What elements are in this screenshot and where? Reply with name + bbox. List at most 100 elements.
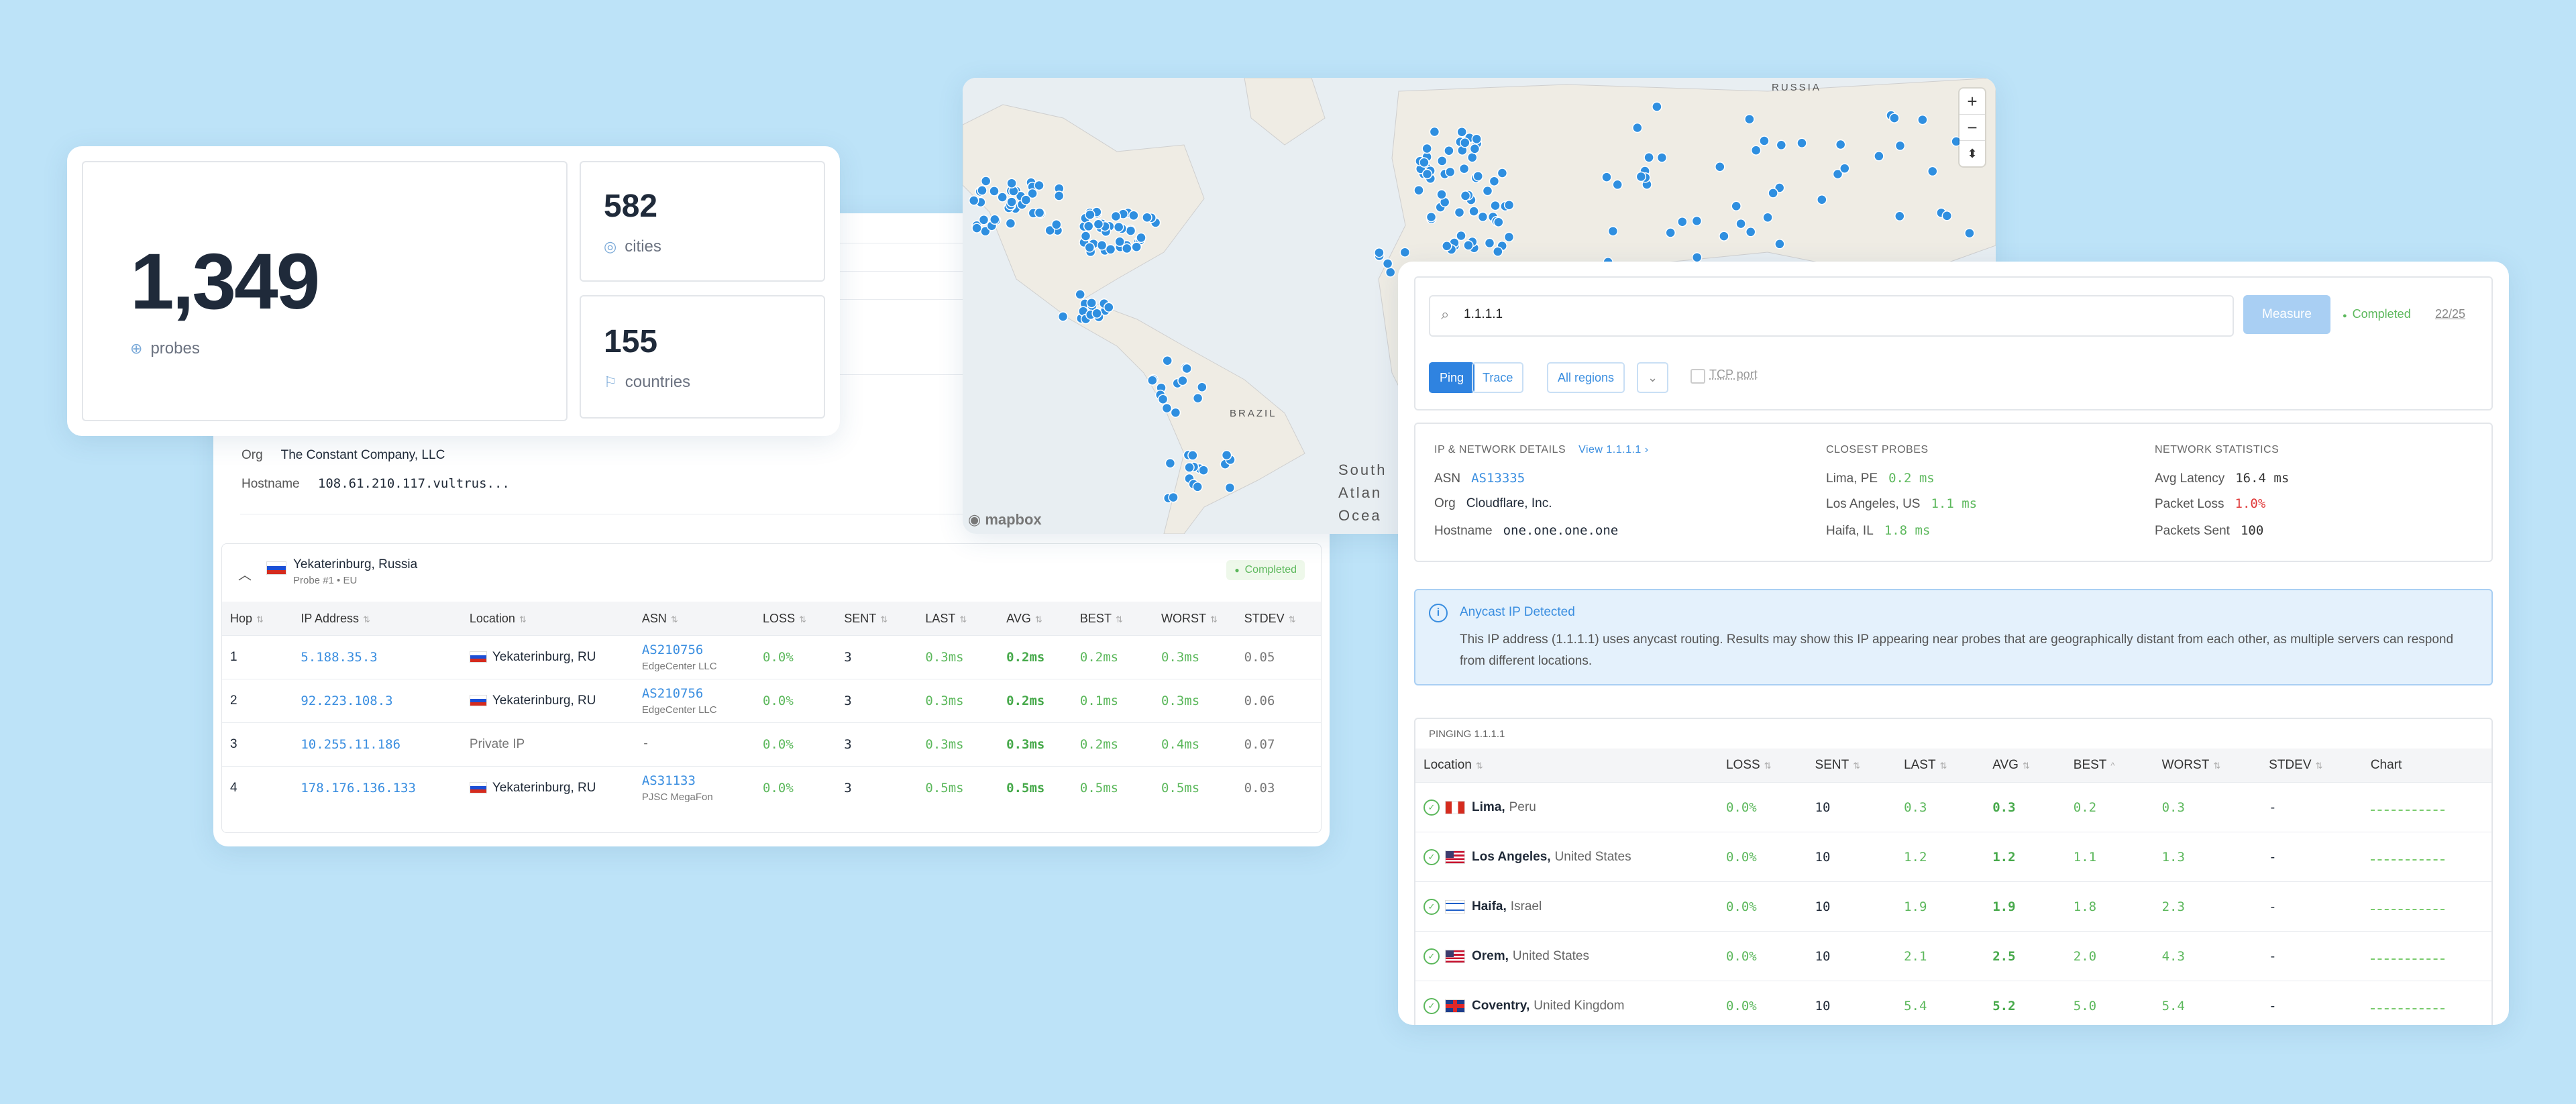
sort-icon[interactable]: ⇅: [1116, 614, 1123, 624]
tab-ping[interactable]: Ping: [1429, 362, 1475, 393]
sort-icon[interactable]: ⇅: [799, 614, 806, 624]
probe-dot[interactable]: [1110, 211, 1122, 222]
probe-dot[interactable]: [1472, 170, 1484, 182]
probe-dot[interactable]: [1776, 140, 1787, 151]
probe-dot[interactable]: [1796, 137, 1807, 149]
probe-dot[interactable]: [1399, 247, 1411, 258]
probe-dot[interactable]: [1020, 195, 1032, 205]
compass-button[interactable]: ⬍: [1960, 141, 1985, 166]
column-header[interactable]: Hop ⇅: [222, 602, 293, 636]
column-header[interactable]: IP Address ⇅: [292, 602, 462, 636]
probe-dot[interactable]: [1719, 231, 1729, 241]
probe-dot[interactable]: [1192, 482, 1203, 492]
probe-dot[interactable]: [971, 223, 982, 233]
probe-dot[interactable]: [1165, 457, 1176, 469]
zoom-in-button[interactable]: +: [1960, 89, 1985, 115]
view-ip-link[interactable]: View 1.1.1.1 ›: [1578, 444, 1649, 455]
probe-dot[interactable]: [1964, 227, 1975, 239]
probe-dot[interactable]: [1927, 166, 1938, 177]
probe-dot[interactable]: [968, 195, 979, 206]
probe-dot[interactable]: [1006, 197, 1017, 207]
probe-dot[interactable]: [1744, 113, 1755, 125]
sort-icon[interactable]: ⇅: [2023, 761, 2030, 771]
probe-dot[interactable]: [1652, 101, 1662, 112]
probe-dot[interactable]: [1142, 212, 1152, 223]
probe-dot[interactable]: [1503, 199, 1515, 211]
probe-dot[interactable]: [1128, 210, 1139, 221]
sort-icon[interactable]: ⇅: [1853, 761, 1860, 771]
probe-dot[interactable]: [1677, 216, 1688, 227]
probe-dot[interactable]: [1426, 211, 1437, 223]
probe-dot[interactable]: [1482, 185, 1493, 197]
probe-dot[interactable]: [1493, 246, 1503, 257]
probe-dot[interactable]: [1762, 212, 1773, 223]
table-row[interactable]: ✓ Orem, United States 0.0% 10 2.1 2.5 2.0 4.3-: [1415, 931, 2491, 981]
probe-dot[interactable]: [1458, 163, 1470, 174]
table-row[interactable]: ✓ Los Angeles, United States 0.0% 10 1.2 1.2 1.…: [1415, 832, 2491, 882]
ip-link[interactable]: 178.176.136.133: [292, 766, 462, 810]
table-row[interactable]: 1 5.188.35.3 Yekaterinburg, RU AS210756 Edge…: [222, 635, 1321, 679]
chevron-up-icon[interactable]: ︿: [238, 564, 252, 584]
probe-dot[interactable]: [1162, 355, 1173, 366]
probe-dot[interactable]: [1469, 144, 1481, 154]
probe-dot[interactable]: [989, 186, 1000, 197]
tcp-port-label[interactable]: TCP port: [1709, 368, 1758, 382]
probe-dot[interactable]: [1429, 126, 1440, 137]
probe-dot[interactable]: [1456, 126, 1467, 137]
column-header[interactable]: LOSS ⇅: [755, 602, 837, 636]
sort-icon[interactable]: ⇅: [1764, 761, 1772, 771]
probe-dot[interactable]: [1774, 239, 1785, 250]
probe-dot[interactable]: [1731, 201, 1741, 212]
sort-icon[interactable]: ⇅: [1210, 614, 1218, 624]
probe-dot[interactable]: [1489, 176, 1500, 186]
probe-dot[interactable]: [1817, 194, 1827, 205]
column-header[interactable]: WORST ⇅: [2153, 749, 2261, 783]
measure-button[interactable]: Measure: [2243, 295, 2330, 334]
probe-dot[interactable]: [1084, 242, 1095, 253]
ip-link[interactable]: 92.223.108.3: [292, 679, 462, 723]
probe-dot[interactable]: [1034, 207, 1045, 218]
region-select[interactable]: All regions: [1547, 362, 1625, 393]
probe-dot[interactable]: [1051, 219, 1062, 230]
sort-icon[interactable]: ⇅: [519, 614, 527, 624]
probe-dot[interactable]: [1147, 375, 1158, 386]
probe-count-link[interactable]: 22/25: [2435, 307, 2465, 321]
probe-dot[interactable]: [1005, 218, 1016, 229]
probe-dot[interactable]: [1444, 145, 1454, 156]
probe-dot[interactable]: [1382, 258, 1393, 269]
probe-dot[interactable]: [1385, 267, 1396, 278]
table-row[interactable]: 3 10.255.11.186 Private IP -0.0% 3 0.3ms 0.3ms…: [222, 722, 1321, 767]
probe-dot[interactable]: [1419, 157, 1430, 168]
probe-dot[interactable]: [1632, 122, 1643, 133]
probe-dot[interactable]: [1456, 230, 1466, 241]
probe-dot[interactable]: [1187, 450, 1198, 461]
sort-icon[interactable]: ⇅: [2213, 761, 2220, 771]
sort-icon[interactable]: ⇅: [880, 614, 888, 624]
probe-dot[interactable]: [1477, 211, 1489, 223]
probe-dot[interactable]: [1691, 215, 1703, 227]
table-row[interactable]: ✓ Lima, Peru 0.0% 10 0.3 0.3 0.2 0.3-: [1415, 782, 2491, 832]
probe-dot[interactable]: [1759, 135, 1770, 146]
probe-dot[interactable]: [989, 214, 1000, 225]
target-search-input[interactable]: ⌕ 1.1.1.1: [1429, 295, 2234, 337]
probe-dot[interactable]: [980, 176, 991, 186]
probe-dot[interactable]: [1436, 189, 1447, 200]
probe-dot[interactable]: [1839, 163, 1850, 174]
column-header[interactable]: Location ⇅: [1415, 749, 1718, 783]
probe-dot[interactable]: [1715, 161, 1725, 172]
probe-dot[interactable]: [997, 192, 1008, 203]
asn-link[interactable]: AS210756: [642, 643, 704, 657]
probe-dot[interactable]: [1170, 407, 1181, 418]
probe-dot[interactable]: [1442, 241, 1452, 252]
probe-dot[interactable]: [1122, 243, 1132, 254]
probe-dot[interactable]: [1612, 179, 1623, 190]
sort-icon[interactable]: ⇅: [1289, 614, 1296, 624]
probe-dot[interactable]: [1497, 168, 1508, 178]
probe-dot[interactable]: [1006, 178, 1017, 188]
probe-dot[interactable]: [1197, 382, 1208, 392]
probe-dot[interactable]: [1917, 114, 1928, 125]
probe-dot[interactable]: [1093, 219, 1104, 229]
probe-dot[interactable]: [1168, 492, 1179, 503]
probe-dot[interactable]: [1136, 232, 1146, 243]
probe-dot[interactable]: [1075, 289, 1085, 300]
